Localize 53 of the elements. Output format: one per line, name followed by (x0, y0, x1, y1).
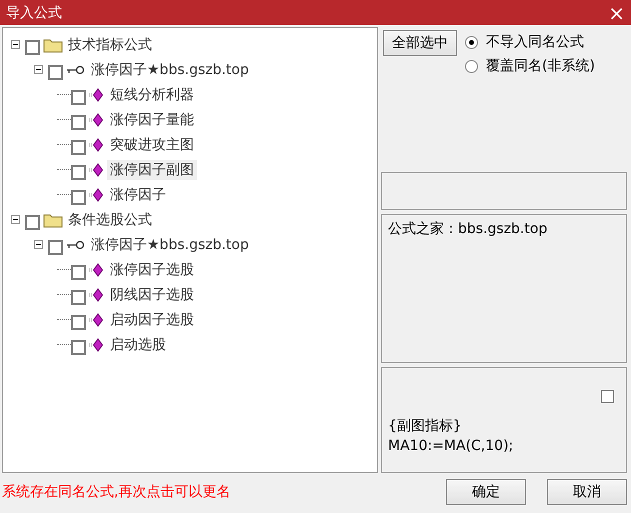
collapse-icon[interactable] (11, 215, 20, 224)
collapse-icon[interactable] (34, 240, 43, 249)
code-line: {副图指标} (388, 417, 463, 436)
checkbox[interactable] (71, 115, 86, 130)
select-all-button[interactable]: 全部选中 (383, 30, 457, 56)
code-line: MA10:=MA(C,10); (388, 437, 514, 456)
diamond-icon (89, 262, 103, 278)
radio-option[interactable]: 覆盖同名(非系统) (465, 57, 595, 75)
tree-item[interactable]: 涨停因子★bbs.gszb.top (88, 234, 252, 254)
checkbox[interactable] (71, 340, 86, 355)
collapse-icon[interactable] (11, 40, 20, 49)
tree-item[interactable]: 启动因子选股 (107, 310, 197, 330)
status-message: 系统存在同名公式,再次点击可以更名 (2, 483, 230, 501)
tree-item[interactable]: 涨停因子 (107, 184, 169, 204)
checkbox[interactable] (71, 265, 86, 280)
tree-item[interactable]: 条件选股公式 (65, 210, 155, 230)
diamond-icon (89, 286, 103, 302)
checkbox[interactable] (71, 165, 86, 180)
checkbox[interactable] (25, 40, 40, 55)
checkbox[interactable] (71, 315, 86, 330)
checkbox[interactable] (71, 290, 86, 305)
folder-icon (43, 36, 63, 52)
diamond-icon (89, 336, 103, 352)
checkbox[interactable] (48, 65, 63, 80)
tree-item[interactable]: 涨停因子量能 (107, 110, 197, 130)
tree-item[interactable]: 阴线因子选股 (107, 284, 197, 304)
checkbox[interactable] (601, 390, 614, 403)
checkbox[interactable] (71, 190, 86, 205)
tree-item[interactable]: 突破进攻主图 (107, 134, 197, 154)
window-title: 导入公式 (6, 4, 62, 22)
checkbox[interactable] (25, 215, 40, 230)
collapse-icon[interactable] (34, 65, 43, 74)
close-button[interactable]: × (602, 2, 631, 22)
diamond-icon (89, 112, 103, 128)
diamond-icon (89, 162, 103, 178)
dialog-button[interactable]: 确定 (446, 479, 526, 505)
diamond-icon (89, 186, 103, 202)
checkbox[interactable] (48, 240, 63, 255)
checkbox[interactable] (71, 140, 86, 155)
tree-item[interactable]: 涨停因子★bbs.gszb.top (88, 60, 252, 80)
diamond-icon (89, 136, 103, 152)
tree-item[interactable]: 涨停因子副图 (107, 160, 197, 180)
tree-item[interactable]: 涨停因子选股 (107, 260, 197, 280)
folder-icon (43, 212, 63, 228)
checkbox[interactable] (71, 90, 86, 105)
tree-item[interactable]: 启动选股 (107, 334, 169, 354)
radio-option[interactable]: 不导入同名公式 (465, 33, 595, 51)
tree-item[interactable]: 技术指标公式 (65, 34, 155, 54)
dialog-button[interactable]: 取消 (547, 479, 627, 505)
diamond-icon (89, 86, 103, 102)
info-text: 公式之家：bbs.gszb.top (388, 221, 548, 237)
diamond-icon (89, 312, 103, 328)
tree-item[interactable]: 短线分析利器 (107, 84, 197, 104)
